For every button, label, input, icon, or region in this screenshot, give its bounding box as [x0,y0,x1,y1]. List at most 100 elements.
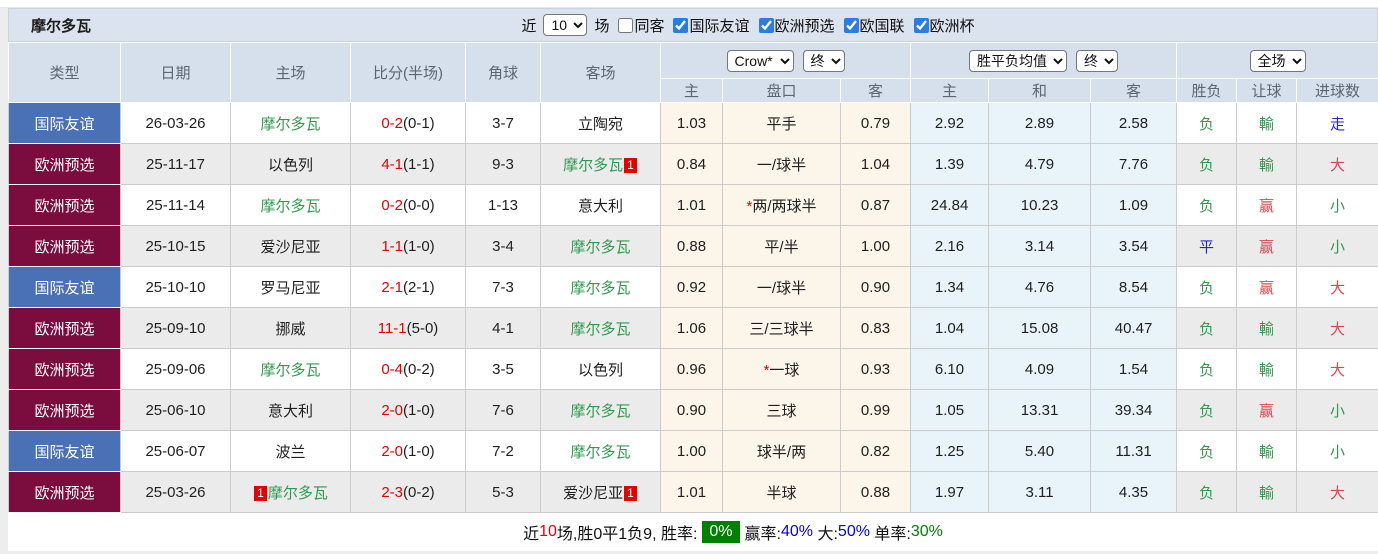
line-text: 半球 [766,484,797,502]
away-team: 摩尔多瓦 [540,389,661,431]
avg-home: 1.05 [910,389,990,431]
col-header-corners: 角球 [465,42,541,103]
odds-home: 1.03 [660,102,723,144]
filter-checkbox-nations-league[interactable]: 欧国联 [840,15,905,36]
team-name: 罗马尼亚 [260,279,321,297]
match-date: 25-06-10 [120,389,231,431]
handicap-result-cell: 輸 [1236,143,1298,185]
table-row: 国际友谊 25-06-07 波兰 2-0(1-0) 7-2 摩尔多瓦 1.00 球半/两 0.8… [8,430,1378,472]
filter-checkbox-friendly[interactable]: 国际友谊 [669,15,750,36]
goals-result-cell: 大 [1296,348,1378,390]
handicap-result-cell: 赢 [1236,184,1298,226]
col-header-score: 比分(半场) [350,42,466,103]
match-date: 25-10-15 [120,225,231,267]
team-name: 摩尔多瓦 [570,238,631,256]
avg-draw: 10.23 [988,184,1092,226]
line-text: 两/两球半 [752,197,817,215]
same-venue-checkbox-label[interactable]: 同客 [614,15,664,36]
handicap-rate-label: 赢率: [744,526,781,543]
odds-home: 0.88 [660,225,723,267]
odds-line: *两/两球半 [722,184,841,226]
table-row: 欧洲预选 25-09-06 摩尔多瓦 0-4(0-2) 3-5 以色列 0.96 *一球 0.9… [8,348,1378,390]
result-cell: 负 [1176,389,1238,431]
team-name: 波兰 [275,443,306,461]
type-badge: 国际友谊 [8,430,121,472]
halftime-score: (0-2) [403,483,435,501]
score-cell: 0-2(0-1) [350,102,466,144]
summary-record: 场,胜0平1负9, 胜率: [556,526,698,543]
goals-result-cell: 大 [1296,307,1378,349]
nations-league-checkbox[interactable] [843,17,859,33]
odds-home: 0.90 [660,389,723,431]
euro-qualifier-checkbox[interactable] [758,17,774,33]
score-cell: 2-3(0-2) [350,471,466,513]
odds-away: 0.88 [839,471,912,513]
bookmaker-select[interactable]: Crow* [726,49,794,72]
home-team: 波兰 [230,430,351,472]
result-cell: 负 [1176,430,1238,472]
fulltime-score: 2-1 [381,278,403,296]
avg-away: 1.54 [1090,348,1178,390]
fulltime-score: 0-2 [381,114,403,132]
score-cell: 2-0(1-0) [350,389,466,431]
halftime-score: (1-0) [403,401,435,419]
same-venue-checkbox[interactable] [618,17,634,33]
away-team: 立陶宛 [540,102,661,144]
summary-footer: 近 10 场,胜0平1负9, 胜率: 0% 赢率: 40% 大: 50% 单率: 30% [8,513,1378,551]
avg-time-select[interactable]: 终 [1076,49,1119,72]
col-header-away: 客场 [540,42,661,103]
type-badge: 欧洲预选 [8,348,121,390]
odds-line: 球半/两 [722,430,841,472]
avg-home: 1.25 [910,430,990,472]
halftime-score: (1-1) [403,155,435,173]
avg-draw: 4.09 [988,348,1092,390]
avg-type-select[interactable]: 胜平负均值 [969,49,1068,72]
team-name: 摩尔多瓦 [570,402,631,420]
goals-result-cell: 小 [1296,184,1378,226]
subcol-result: 胜负 [1176,78,1238,103]
fulltime-score: 0-2 [381,196,403,214]
type-badge: 欧洲预选 [8,471,121,513]
odds-home: 1.01 [660,471,723,513]
match-date: 25-03-26 [120,471,231,513]
filter-checkbox-euro-qualifier[interactable]: 欧洲预选 [755,15,835,36]
team-name: 摩尔多瓦 [563,156,624,174]
friendly-checkbox[interactable] [673,17,689,33]
score-cell: 4-1(1-1) [350,143,466,185]
home-team: 摩尔多瓦 [230,348,351,390]
avg-home: 1.39 [910,143,990,185]
big-rate-value: 50% [837,523,870,540]
avg-away: 4.35 [1090,471,1178,513]
corners-cell: 3-4 [465,225,541,267]
type-badge: 国际友谊 [8,266,121,308]
type-badge: 欧洲预选 [8,225,121,267]
team-stats-panel: 摩尔多瓦 近 10 场 同客 国际友谊 欧洲预选 欧国联 欧洲杯 类型 日期 主… [8,8,1378,551]
avg-away: 11.31 [1090,430,1178,472]
home-team: 罗马尼亚 [230,266,351,308]
odds-time-select[interactable]: 终 [802,49,845,72]
win-rate-badge: 0% [702,521,740,543]
handicap-result-cell: 赢 [1236,389,1298,431]
goals-result-cell: 小 [1296,225,1378,267]
away-team: 摩尔多瓦 [540,266,661,308]
corners-cell: 7-3 [465,266,541,308]
match-date: 25-10-10 [120,266,231,308]
match-history-table: 类型 日期 主场 比分(半场) 角球 客场 Crow* 终 胜平负均值 终 全场… [8,42,1378,513]
result-cell: 负 [1176,307,1238,349]
avg-home: 2.16 [910,225,990,267]
home-team: 爱沙尼亚 [230,225,351,267]
single-rate-label: 单率: [869,526,911,543]
recent-count-select[interactable]: 10 [543,14,588,36]
filter-checkbox-euro-cup[interactable]: 欧洲杯 [910,15,975,36]
corners-cell: 3-5 [465,348,541,390]
result-cell: 负 [1176,143,1238,185]
halftime-score: (5-0) [406,319,439,337]
away-team: 摩尔多瓦 [540,307,661,349]
rank-badge: 1 [624,157,637,173]
big-rate-label: 大: [813,526,838,543]
single-rate-value: 30% [910,523,943,540]
scope-select[interactable]: 全场 [1249,49,1306,72]
odds-home: 1.06 [660,307,723,349]
avg-draw: 3.11 [988,471,1092,513]
euro-cup-checkbox[interactable] [913,17,929,33]
